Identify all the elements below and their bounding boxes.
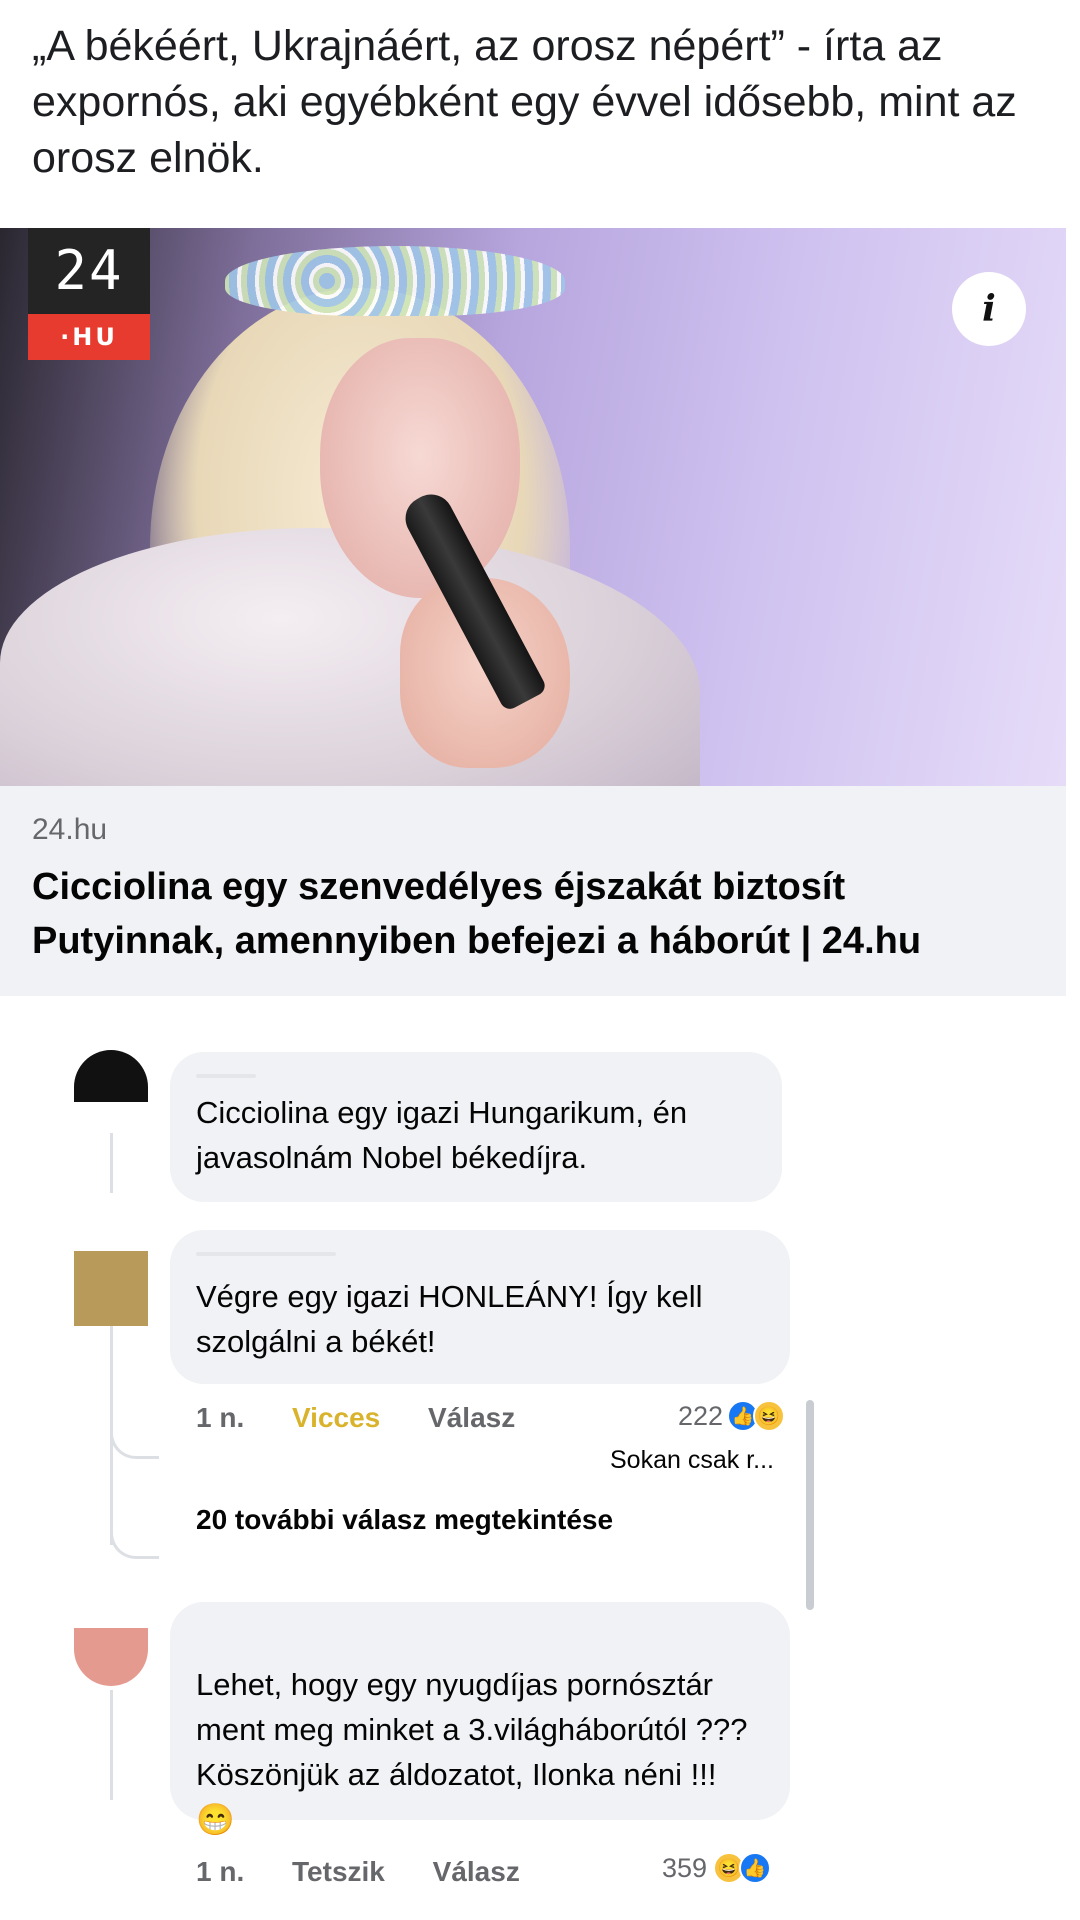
comment-text: Cicciolina egy igazi Hungarikum, én java…	[196, 1095, 688, 1175]
site-logo-number: 24	[28, 228, 150, 314]
comment-time: 1 n.	[196, 1856, 245, 1887]
reaction-count: 359	[662, 1852, 708, 1883]
comment-time: 1 n.	[196, 1402, 245, 1433]
comment-text: Lehet, hogy egy nyugdíjas pornósztár men…	[196, 1667, 748, 1837]
avatar[interactable]	[74, 1251, 148, 1326]
redacted-name	[196, 1252, 336, 1256]
reaction-button[interactable]: Vicces	[292, 1402, 380, 1433]
avatar[interactable]	[74, 1050, 148, 1102]
link-meta: 24.hu Cicciolina egy szenvedélyes éjszak…	[0, 786, 1066, 996]
like-icon: 👍	[739, 1852, 772, 1884]
haha-icon: 😆	[753, 1400, 786, 1432]
reaction-count: 222	[678, 1400, 724, 1431]
reply-button[interactable]: Válasz	[428, 1402, 515, 1433]
post-text: „A békéért, Ukrajnáért, az orosz népért”…	[32, 22, 1017, 182]
thread-line	[110, 1690, 113, 1800]
like-button[interactable]: Tetszik	[292, 1856, 385, 1887]
thread-line	[110, 1133, 113, 1193]
link-domain: 24.hu	[32, 813, 108, 846]
site-logo-suffix: ·HU	[28, 314, 150, 360]
redacted-name	[196, 1074, 256, 1078]
reply-connector	[110, 1420, 159, 1459]
comment-bubble[interactable]: Lehet, hogy egy nyugdíjas pornósztár men…	[170, 1602, 790, 1837]
comment-bubble[interactable]: Cicciolina egy igazi Hungarikum, én java…	[170, 1052, 782, 1202]
reply-connector	[110, 1520, 159, 1559]
link-title[interactable]: Cicciolina egy szenvedélyes éjszakát biz…	[32, 860, 1034, 968]
info-icon[interactable]: i	[952, 272, 1026, 346]
view-more-replies-button[interactable]: 20 további válasz megtekintése	[196, 1504, 613, 1536]
avatar[interactable]	[74, 1628, 148, 1686]
reaction-summary[interactable]: 222 👍 😆	[678, 1400, 786, 1432]
comment-actions: 1 n. Tetszik Válasz	[196, 1856, 560, 1888]
comment-text: Végre egy igazi HONLEÁNY! Így kell szolg…	[196, 1279, 703, 1359]
image-flower-wreath	[225, 246, 565, 316]
reaction-summary[interactable]: 359 😆 👍	[662, 1852, 772, 1884]
scrollbar[interactable]	[806, 1400, 814, 1610]
image-face	[320, 338, 520, 598]
comment-actions: 1 n. Vicces Válasz	[196, 1402, 555, 1434]
link-preview-card[interactable]: 24 ·HU i 24.hu Cicciolina egy szenvedély…	[0, 228, 1066, 996]
site-logo: 24 ·HU	[28, 228, 150, 360]
reply-button[interactable]: Válasz	[433, 1856, 520, 1887]
article-image[interactable]: 24 ·HU i	[0, 228, 1066, 786]
comment-bubble[interactable]: Végre egy igazi HONLEÁNY! Így kell szolg…	[170, 1230, 790, 1384]
reply-preview[interactable]: Sokan csak r...	[610, 1446, 774, 1475]
